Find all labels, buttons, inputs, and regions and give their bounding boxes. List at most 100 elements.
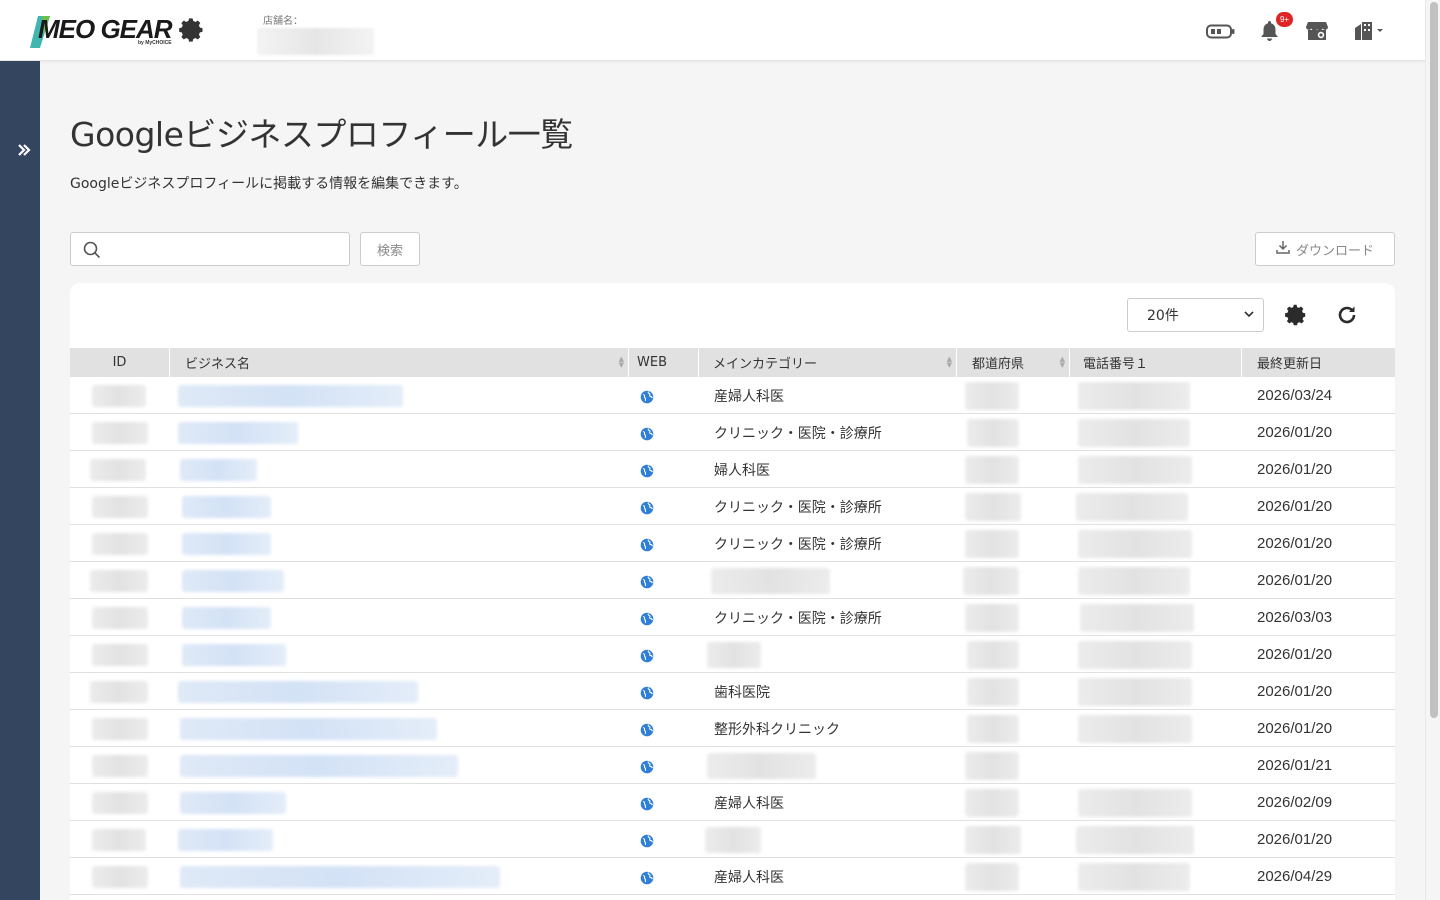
phone-redacted	[1078, 529, 1192, 558]
col-header-prefecture[interactable]: 都道府県 ▲ ▼	[957, 348, 1070, 377]
sort-icon[interactable]: ▲ ▼	[947, 356, 952, 369]
main-category: 産婦人科医	[714, 388, 784, 405]
table-row[interactable]: クリニック・医院・診療所 2026/01/20	[70, 414, 1395, 451]
globe-icon[interactable]	[640, 870, 654, 889]
refresh-button[interactable]	[1336, 304, 1358, 330]
table-row[interactable]: 産婦人科医 2026/04/29	[70, 858, 1395, 895]
chevron-down-icon	[1243, 308, 1255, 324]
per-page-select[interactable]: 20件	[1127, 298, 1264, 332]
globe-icon[interactable]	[640, 833, 654, 852]
id-redacted	[90, 569, 148, 592]
page-title: Googleビジネスプロフィール一覧	[70, 115, 573, 154]
globe-icon[interactable]	[640, 500, 654, 519]
globe-icon[interactable]	[640, 389, 654, 408]
download-label: ダウンロード	[1295, 243, 1374, 259]
main-category: 整形外科クリニック	[714, 721, 840, 738]
table-row[interactable]: クリニック・医院・診療所 2026/03/03	[70, 599, 1395, 636]
business-name-link[interactable]	[180, 791, 286, 814]
app-header: MEO GEAR by MyCHOICE 店舗名： 9+	[0, 0, 1425, 61]
col-header-id[interactable]: ID	[70, 348, 170, 377]
phone-redacted	[1078, 455, 1192, 484]
main-category: クリニック・医院・診療所	[714, 610, 882, 627]
id-redacted	[92, 717, 148, 740]
table-row[interactable]: クリニック・医院・診療所 2026/01/20	[70, 488, 1395, 525]
phone-redacted	[1076, 825, 1194, 854]
sort-icon[interactable]: ▲ ▼	[619, 356, 624, 369]
globe-icon[interactable]	[640, 463, 654, 482]
table-row[interactable]: 整形外科クリニック 2026/01/20	[70, 710, 1395, 747]
business-name-link[interactable]	[180, 865, 500, 888]
table-row[interactable]: 産婦人科医 2026/02/09	[70, 784, 1395, 821]
business-name-link[interactable]	[182, 643, 286, 666]
globe-icon[interactable]	[640, 648, 654, 667]
table-row[interactable]: 婦人科医 2026/01/20	[70, 451, 1395, 488]
business-name-link[interactable]	[180, 754, 458, 777]
sort-icon[interactable]: ▲ ▼	[1060, 356, 1065, 369]
prefecture-redacted	[963, 566, 1019, 595]
globe-icon[interactable]	[640, 611, 654, 630]
store-name-redacted[interactable]	[257, 28, 374, 55]
last-updated-date: 2026/01/20	[1257, 498, 1333, 515]
col-header-main-category[interactable]: メインカテゴリー ▲ ▼	[699, 348, 957, 377]
battery-icon[interactable]	[1206, 24, 1235, 39]
business-name-link[interactable]	[182, 532, 271, 555]
search-button[interactable]: 検索	[360, 232, 420, 266]
globe-icon[interactable]	[640, 685, 654, 704]
table-row[interactable]: クリニック・医院・診療所 2026/01/20	[70, 525, 1395, 562]
business-name-link[interactable]	[182, 606, 271, 629]
globe-icon[interactable]	[640, 574, 654, 593]
prefecture-redacted	[967, 714, 1019, 743]
category-redacted	[707, 752, 816, 779]
business-name-link[interactable]	[180, 458, 257, 481]
table-row[interactable]: 2026/01/20	[70, 821, 1395, 858]
phone-redacted	[1078, 714, 1192, 743]
table-row[interactable]: 2026/01/20	[70, 636, 1395, 673]
prefecture-redacted	[965, 751, 1019, 780]
id-redacted	[92, 865, 148, 888]
phone-redacted	[1080, 603, 1194, 632]
globe-icon[interactable]	[640, 426, 654, 445]
phone-redacted	[1078, 640, 1192, 669]
id-redacted	[90, 458, 146, 481]
globe-icon[interactable]	[640, 722, 654, 741]
last-updated-date: 2026/01/20	[1257, 535, 1333, 552]
globe-icon[interactable]	[640, 796, 654, 815]
col-header-web: WEB	[629, 348, 699, 377]
business-name-link[interactable]	[180, 717, 437, 740]
table-row[interactable]: 2026/01/21	[70, 747, 1395, 784]
id-redacted	[92, 828, 146, 851]
business-name-link[interactable]	[178, 680, 418, 703]
page-description: Googleビジネスプロフィールに掲載する情報を編集できます。	[70, 176, 468, 192]
prefecture-redacted	[965, 492, 1021, 521]
phone-redacted	[1078, 566, 1190, 595]
col-header-business-name[interactable]: ビジネス名 ▲ ▼	[170, 348, 629, 377]
store-icon[interactable]	[1306, 21, 1328, 41]
business-name-link[interactable]	[178, 384, 403, 407]
id-redacted	[92, 754, 148, 777]
download-button[interactable]: ダウンロード	[1255, 232, 1395, 266]
phone-redacted	[1076, 492, 1188, 521]
table-row[interactable]: 2026/01/20	[70, 562, 1395, 599]
page-scrollbar[interactable]	[1425, 0, 1440, 900]
table-row[interactable]: 産婦人科医 2026/03/24	[70, 377, 1395, 414]
expand-sidebar-icon[interactable]	[17, 142, 31, 161]
main-category: 歯科医院	[714, 684, 770, 701]
last-updated-date: 2026/01/21	[1257, 757, 1333, 774]
main-category: 産婦人科医	[714, 795, 784, 812]
prefecture-redacted	[965, 825, 1021, 854]
business-name-link[interactable]	[178, 421, 298, 444]
meo-gear-logo[interactable]: MEO GEAR by MyCHOICE	[30, 14, 205, 50]
business-name-link[interactable]	[182, 495, 271, 518]
globe-icon[interactable]	[640, 537, 654, 556]
business-name-link[interactable]	[182, 569, 284, 592]
prefecture-redacted	[967, 677, 1019, 706]
table-row[interactable]: 歯科医院 2026/01/20	[70, 673, 1395, 710]
business-name-link[interactable]	[178, 828, 273, 851]
prefecture-redacted	[965, 381, 1019, 410]
search-input[interactable]	[70, 232, 350, 266]
scrollbar-thumb[interactable]	[1430, 2, 1438, 718]
settings-gear-button[interactable]	[1284, 303, 1308, 331]
globe-icon[interactable]	[640, 759, 654, 778]
building-icon[interactable]	[1354, 21, 1386, 40]
last-updated-date: 2026/01/20	[1257, 646, 1333, 663]
